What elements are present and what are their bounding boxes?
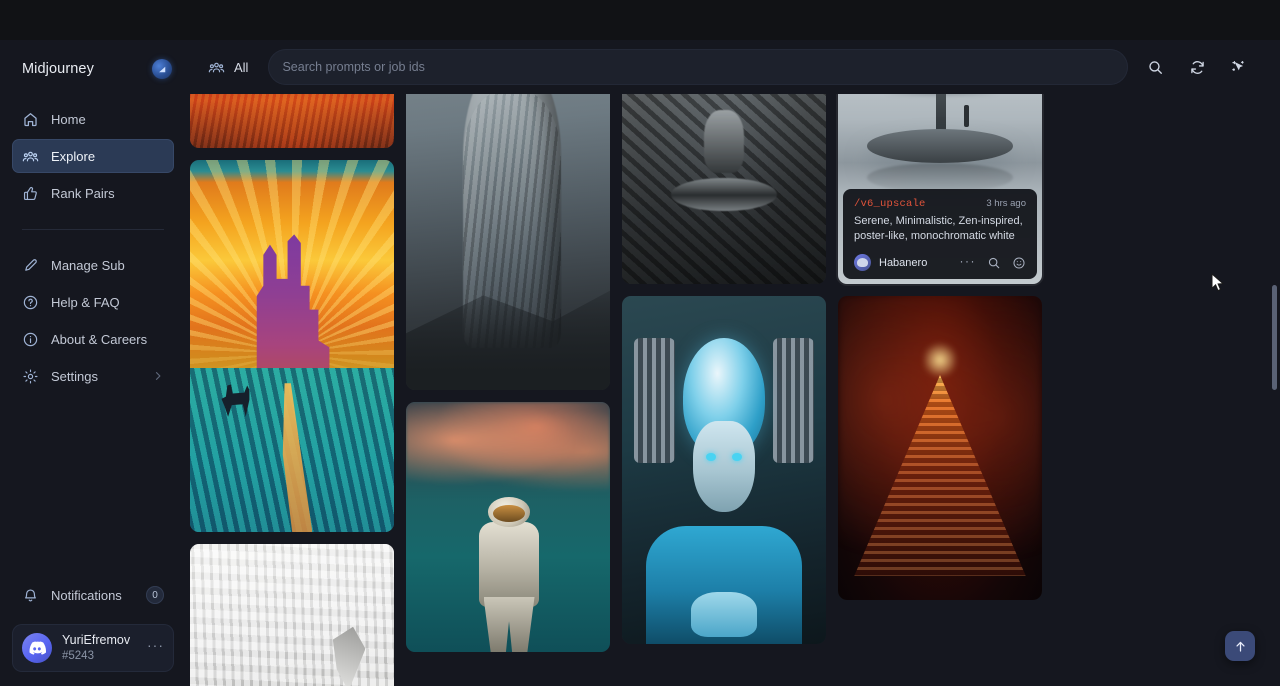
thumbs-up-icon [22,185,39,202]
tile-info-overlay: /v6_upscale 3 hrs ago Serene, Minimalist… [843,189,1037,279]
sail-boat-icon[interactable] [152,59,172,79]
home-icon [22,111,39,128]
user-name: YuriEfremov [62,633,130,649]
artwork-image [838,296,1042,600]
ellipsis-icon[interactable]: ··· [147,637,164,659]
gallery-tile[interactable] [190,160,394,532]
info-circle-icon [22,331,39,348]
gallery-tile[interactable] [838,296,1042,600]
bell-icon [22,587,39,604]
edit-pencil-icon [22,257,39,274]
user-tag: #5243 [62,649,130,663]
browser-chrome-strip [0,0,1280,40]
brand-name: Midjourney [22,61,94,77]
artwork-image [622,94,826,284]
sidebar-item-label: Manage Sub [51,258,125,273]
sidebar-footer: Notifications 0 YuriEfremov #5243 ··· [0,578,186,686]
gallery-column [190,94,394,686]
search-icon[interactable] [1140,52,1170,82]
topbar: All [186,40,1280,94]
vertical-scrollbar[interactable] [1272,40,1277,686]
sidebar-item-label: Home [51,112,86,127]
gallery-column: /v6_upscale 3 hrs ago Serene, Minimalist… [838,94,1042,686]
search-icon[interactable] [987,256,1001,270]
refresh-icon[interactable] [1182,52,1212,82]
sidebar-item-manage-sub[interactable]: Manage Sub [12,248,174,282]
notifications-label: Notifications [51,588,122,603]
sidebar-item-label: Settings [51,369,98,384]
sidebar: Midjourney Home [0,40,186,686]
gallery-tile-selected[interactable]: /v6_upscale 3 hrs ago Serene, Minimalist… [838,94,1042,284]
sidebar-item-help-faq[interactable]: Help & FAQ [12,285,174,319]
sidebar-item-label: Help & FAQ [51,295,120,310]
overlay-header: /v6_upscale 3 hrs ago [854,198,1026,210]
gallery-scroll-area[interactable]: /v6_upscale 3 hrs ago Serene, Minimalist… [186,94,1280,686]
artwork-image [622,296,826,644]
artwork-image [190,94,394,148]
avatar [854,254,871,271]
scroll-to-top-button[interactable] [1225,631,1255,661]
discord-icon [22,633,52,663]
artwork-image [190,544,394,686]
main-content: All [186,40,1280,686]
artwork-image [406,402,610,652]
overlay-footer: Habanero ··· [854,254,1026,271]
sidebar-item-label: Rank Pairs [51,186,115,201]
sidebar-item-about-careers[interactable]: About & Careers [12,322,174,356]
smiley-icon[interactable] [1012,256,1026,270]
gallery-column [622,94,826,686]
gallery-tile[interactable] [190,544,394,686]
sidebar-item-explore[interactable]: Explore [12,139,174,173]
sidebar-item-label: About & Careers [51,332,147,347]
user-meta: YuriEfremov #5243 [62,633,130,663]
overlay-prompt: Serene, Minimalistic, Zen-inspired, post… [854,214,1026,244]
gallery-masonry: /v6_upscale 3 hrs ago Serene, Minimalist… [190,94,1258,686]
overlay-username[interactable]: Habanero [879,257,927,269]
sidebar-nav-primary: Home Explore [0,98,186,213]
notifications-row[interactable]: Notifications 0 [12,578,174,612]
artwork-image [190,160,394,532]
sidebar-item-home[interactable]: Home [12,102,174,136]
gallery-column [406,94,610,686]
sidebar-item-rank-pairs[interactable]: Rank Pairs [12,176,174,210]
explore-people-icon [208,59,225,76]
chevron-right-icon [152,370,164,382]
question-circle-icon [22,294,39,311]
filter-all-label: All [234,60,248,75]
artwork-image [406,94,610,390]
scrollbar-thumb[interactable] [1272,285,1277,390]
user-card[interactable]: YuriEfremov #5243 ··· [12,624,174,672]
brand-row: Midjourney [0,40,186,98]
gallery-tile[interactable] [190,94,394,148]
sidebar-nav-secondary: Manage Sub Help & FAQ About & Careers [0,244,186,396]
overlay-command: /v6_upscale [854,198,926,210]
explore-people-icon [22,148,39,165]
gallery-tile[interactable] [622,94,826,284]
gallery-tile[interactable] [406,94,610,390]
gallery-tile[interactable] [406,402,610,652]
sidebar-divider [22,229,164,230]
sparkle-cursor-icon[interactable] [1224,52,1254,82]
gear-icon [22,368,39,385]
search-input[interactable] [282,60,1114,74]
sidebar-item-settings[interactable]: Settings [12,359,174,393]
search-bar[interactable] [268,49,1128,85]
sidebar-item-label: Explore [51,149,95,164]
app-window: Midjourney Home [0,40,1280,686]
filter-all-button[interactable]: All [200,54,256,81]
overlay-actions: ··· [960,255,1027,270]
notifications-count-badge: 0 [146,586,164,604]
ellipsis-icon[interactable]: ··· [960,255,977,270]
gallery-tile[interactable] [622,296,826,644]
overlay-timestamp: 3 hrs ago [986,198,1026,209]
